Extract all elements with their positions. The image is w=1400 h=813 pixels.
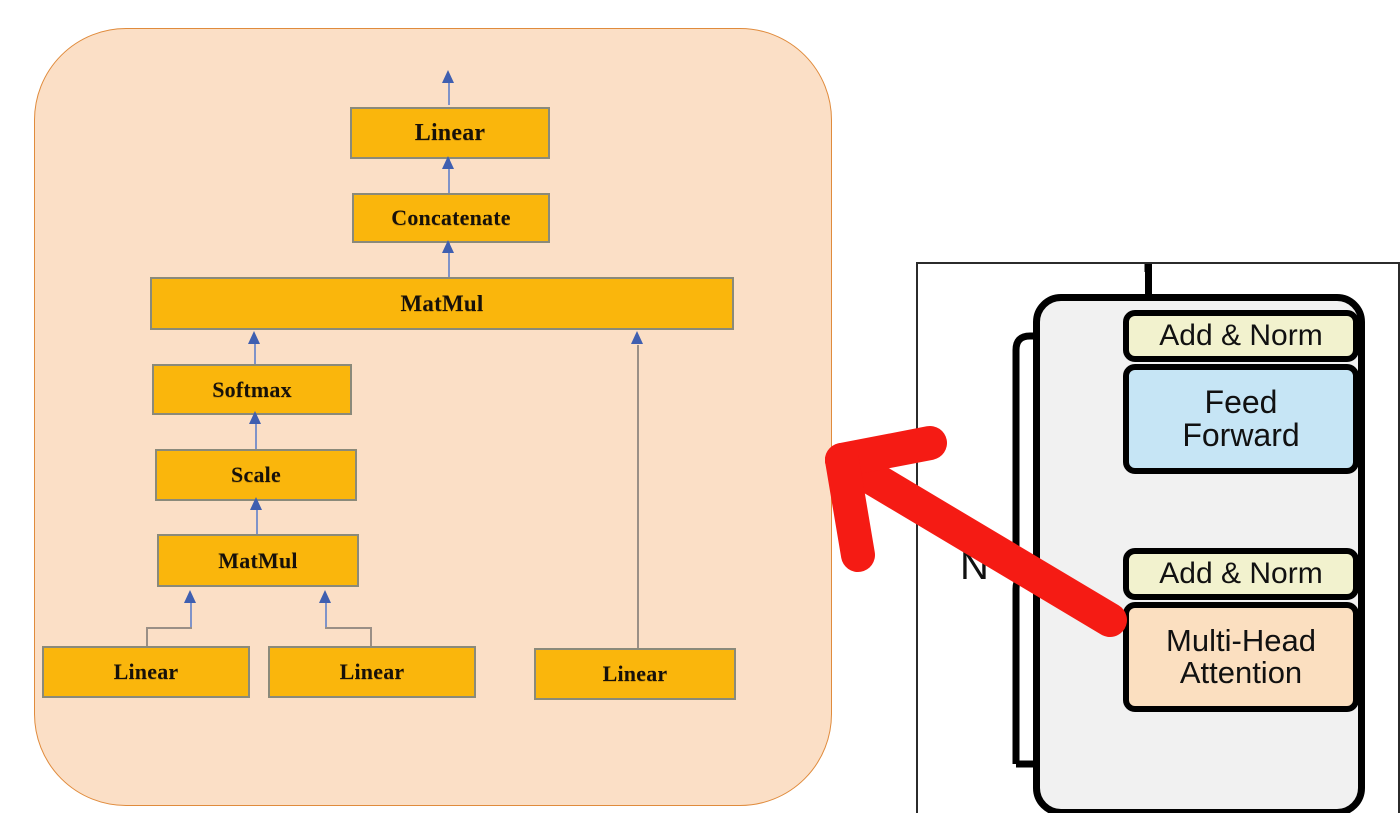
arrowhead-linearq: [184, 590, 196, 603]
box-concatenate[interactable]: Concatenate: [352, 193, 550, 243]
box-multi-head-attention[interactable]: Multi-Head Attention: [1123, 602, 1359, 712]
box-softmax[interactable]: Softmax: [152, 364, 352, 415]
box-matmul-top[interactable]: MatMul: [150, 277, 734, 330]
arrowhead-lineark: [319, 590, 331, 603]
box-add-norm-top[interactable]: Add & Norm: [1123, 310, 1359, 362]
connector-linearv-to-matmul: [637, 345, 639, 651]
multi-head-line1: Multi-Head: [1166, 623, 1316, 659]
connector-linearq-elbow-h: [146, 627, 192, 629]
arrowhead-softmax-to-matmul: [248, 331, 260, 344]
multi-head-line2: Attention: [1179, 655, 1303, 690]
arrowhead-output: [442, 70, 454, 83]
connector-lineark-riser: [325, 600, 327, 628]
figure-canvas: Linear Concatenate MatMul Softmax Scale …: [0, 0, 1400, 813]
connector-lineark-elbow-h: [325, 627, 371, 629]
arrowhead-concat-to-linear: [442, 156, 454, 169]
arrowhead-scale-to-softmax: [249, 411, 261, 424]
box-matmul-qk[interactable]: MatMul: [157, 534, 359, 587]
encoder-frame: N Add & Norm Feed Forward Add & Norm Mul…: [916, 262, 1400, 813]
box-linear-q[interactable]: Linear: [42, 646, 250, 698]
box-add-norm-bottom[interactable]: Add & Norm: [1123, 548, 1359, 600]
arrowhead-matmul-to-concat: [442, 240, 454, 253]
arrowhead-matmulqk-to-scale: [250, 497, 262, 510]
feed-forward-line1: Feed: [1204, 384, 1278, 421]
box-linear-k[interactable]: Linear: [268, 646, 476, 698]
feed-forward-line2: Forward: [1182, 417, 1300, 453]
box-output-linear[interactable]: Linear: [350, 107, 550, 159]
box-linear-v[interactable]: Linear: [534, 648, 736, 700]
connector-linearq-riser: [190, 600, 192, 628]
box-scale[interactable]: Scale: [155, 449, 357, 501]
box-feed-forward[interactable]: Feed Forward: [1123, 364, 1359, 474]
arrowhead-linearv-to-matmul: [631, 331, 643, 344]
